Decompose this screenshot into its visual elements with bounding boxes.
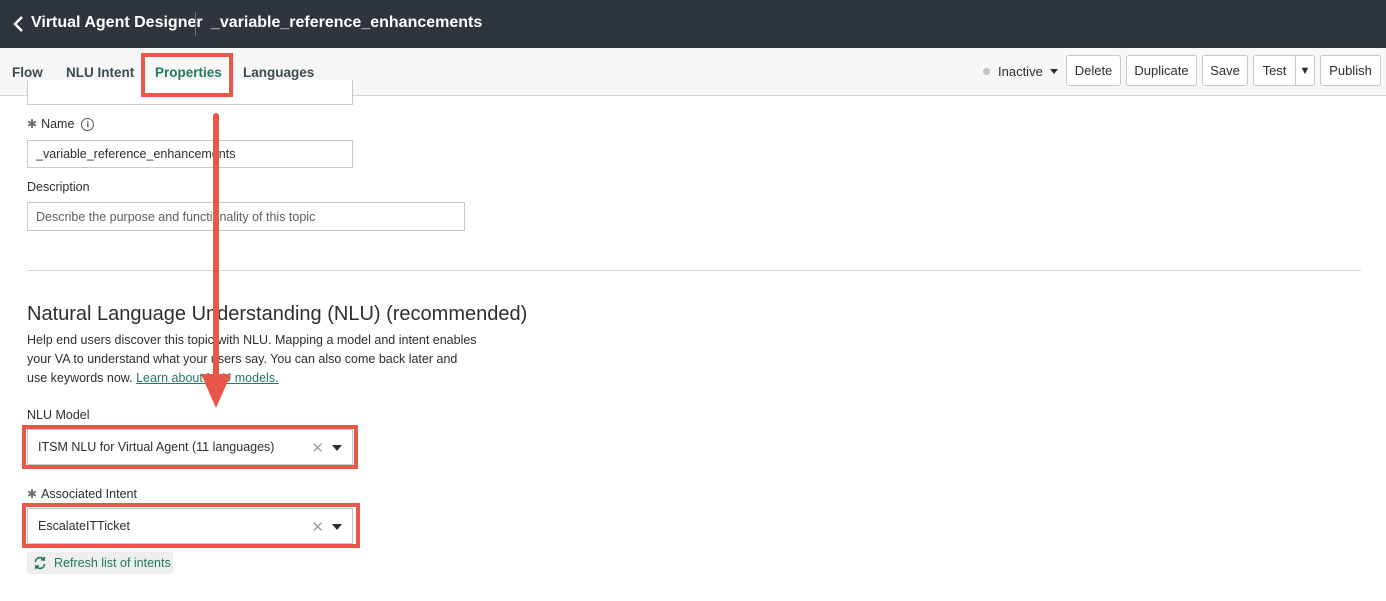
- name-label: ✱ Name i: [27, 117, 95, 131]
- nlu-model-highlight: [22, 425, 358, 469]
- associated-intent-label: ✱ Associated Intent: [27, 487, 137, 501]
- status-dot: [983, 68, 990, 75]
- required-asterisk-icon: ✱: [27, 117, 38, 131]
- required-asterisk-icon: ✱: [27, 487, 38, 501]
- chevron-down-icon: [1049, 69, 1058, 74]
- info-icon[interactable]: i: [81, 118, 95, 131]
- properties-tab-highlight: [141, 53, 233, 97]
- back-chevron-icon[interactable]: [12, 15, 26, 33]
- associated-intent-highlight: [22, 503, 360, 548]
- save-button[interactable]: Save: [1202, 55, 1248, 86]
- refresh-intents-label: Refresh list of intents: [54, 556, 171, 570]
- status-dropdown[interactable]: Inactive: [983, 64, 1058, 79]
- test-options-button[interactable]: ▼: [1295, 55, 1315, 86]
- nlu-section-title: Natural Language Understanding (NLU) (re…: [27, 303, 528, 325]
- refresh-intents-button[interactable]: Refresh list of intents: [27, 552, 173, 574]
- publish-button[interactable]: Publish: [1320, 55, 1381, 86]
- topic-title: _variable_reference_enhancements: [211, 14, 483, 31]
- nlu-model-label: NLU Model: [27, 408, 90, 422]
- app-header: Virtual Agent Designer _variable_referen…: [0, 0, 1386, 48]
- app-title[interactable]: Virtual Agent Designer: [31, 14, 203, 32]
- duplicate-button[interactable]: Duplicate: [1126, 55, 1197, 86]
- delete-button[interactable]: Delete: [1066, 55, 1121, 86]
- title-separator: [195, 12, 196, 36]
- status-label: Inactive: [998, 64, 1043, 79]
- dropdown-caret-icon: ▼: [1299, 64, 1311, 77]
- annotation-arrow-icon: [201, 113, 231, 408]
- refresh-icon: [34, 556, 46, 570]
- tab-flow[interactable]: Flow: [12, 65, 43, 80]
- name-field[interactable]: _variable_reference_enhancements: [27, 140, 353, 168]
- nlu-section-description: Help end users discover this topic with …: [27, 333, 477, 385]
- tab-languages[interactable]: Languages: [243, 65, 314, 80]
- description-field[interactable]: Describe the purpose and functionality o…: [27, 202, 465, 231]
- test-button[interactable]: Test: [1253, 55, 1296, 86]
- tab-nlu-intent[interactable]: NLU Intent: [66, 65, 134, 80]
- description-label: Description: [27, 180, 90, 194]
